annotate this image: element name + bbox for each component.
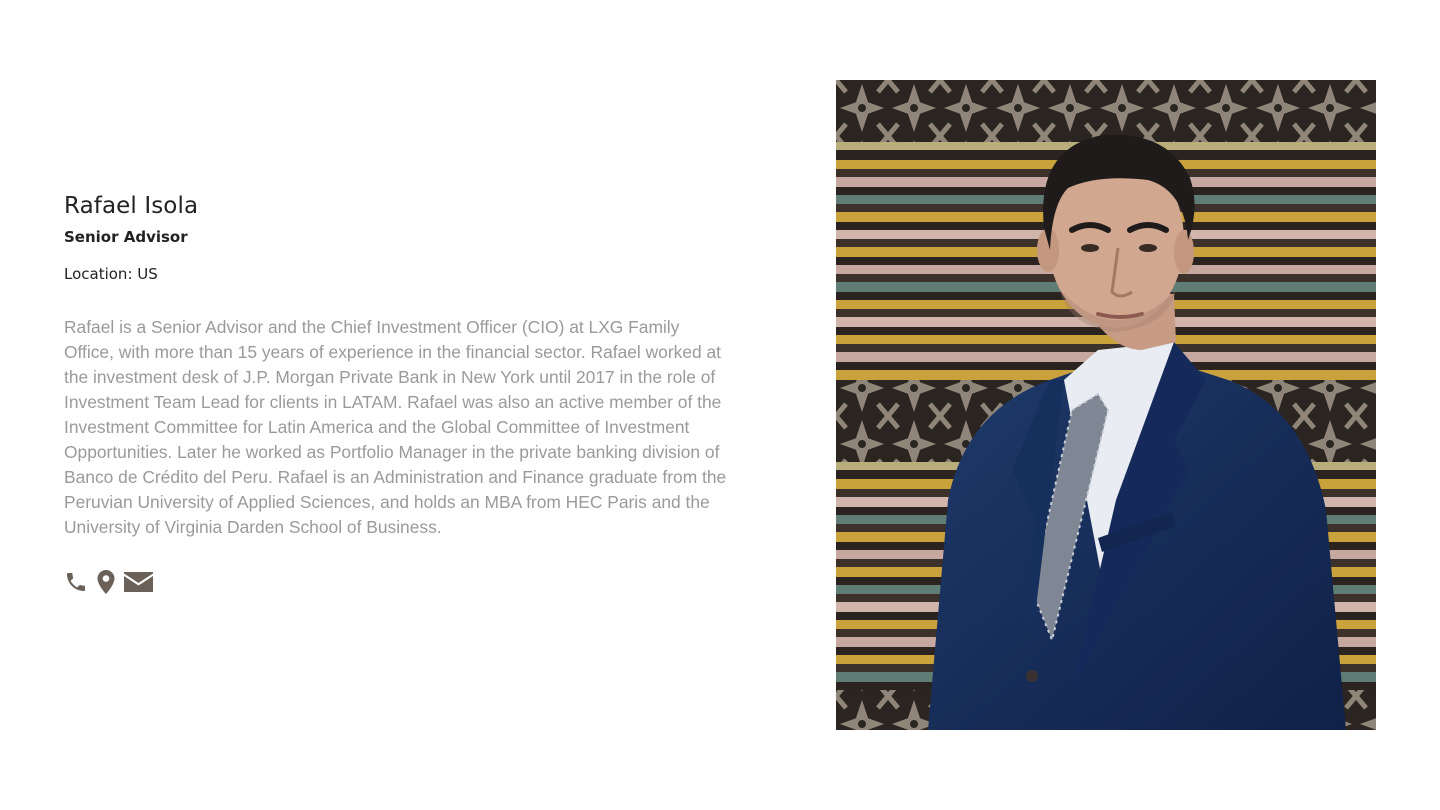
profile-details: Rafael Isola Senior Advisor Location: US… bbox=[64, 190, 728, 594]
phone-icon[interactable] bbox=[64, 570, 88, 594]
profile-page: Rafael Isola Senior Advisor Location: US… bbox=[0, 0, 1440, 810]
email-icon[interactable] bbox=[124, 572, 153, 592]
profile-name: Rafael Isola bbox=[64, 193, 199, 219]
profile-bio: Rafael is a Senior Advisor and the Chief… bbox=[64, 317, 727, 537]
contact-icons bbox=[64, 570, 728, 594]
profile-location: Location: US bbox=[64, 265, 158, 283]
profile-title: Senior Advisor bbox=[64, 228, 188, 246]
profile-photo bbox=[836, 80, 1376, 730]
location-pin-icon[interactable] bbox=[97, 570, 115, 594]
